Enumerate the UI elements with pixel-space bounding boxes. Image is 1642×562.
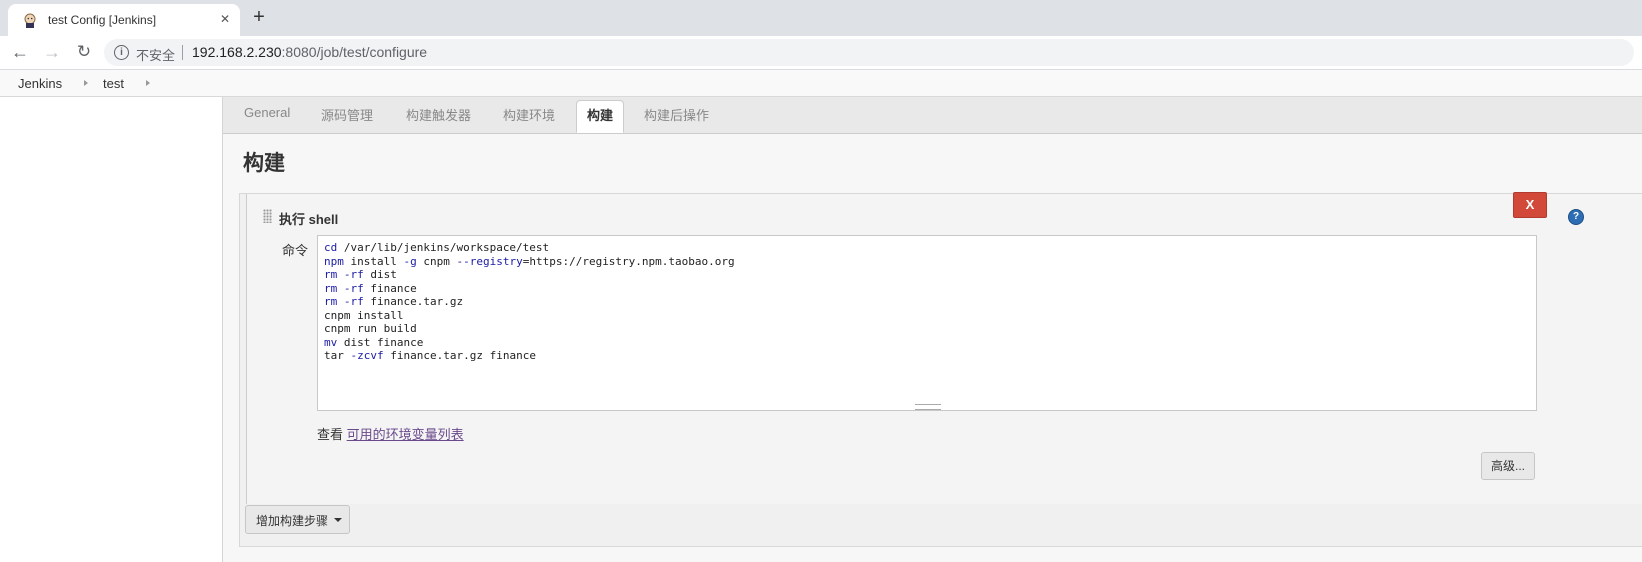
url-text[interactable]: 192.168.2.230:8080/job/test/configure (192, 44, 427, 60)
info-icon[interactable]: i (114, 45, 129, 60)
command-token: cd (324, 241, 338, 254)
browser-tabstrip: test Config [Jenkins] ✕ + (0, 0, 1642, 36)
env-vars-prefix: 查看 (317, 427, 344, 442)
add-build-step-button[interactable]: 增加构建步骤 (245, 505, 350, 534)
tab-source-control[interactable]: 源码管理 (321, 105, 373, 124)
command-token: cnpm install (324, 308, 404, 322)
tab-build-environment[interactable]: 构建环境 (503, 105, 555, 124)
divider (182, 45, 183, 60)
command-line: rm -rf finance (324, 282, 735, 296)
command-token: finance (363, 281, 417, 295)
command-token: dist finance (337, 335, 424, 349)
add-build-step-label: 增加构建步骤 (256, 514, 329, 528)
command-line: cd /var/lib/jenkins/workspace/test (324, 241, 735, 255)
command-token: rm (324, 281, 338, 295)
chevron-right-icon[interactable] (146, 80, 150, 86)
tab-build[interactable]: 构建 (576, 100, 625, 133)
caret-down-icon (334, 518, 342, 522)
breadcrumb-jenkins[interactable]: Jenkins (18, 76, 62, 91)
close-icon[interactable]: ✕ (216, 10, 234, 28)
delete-step-button[interactable]: X (1513, 192, 1547, 218)
back-arrow-icon[interactable]: ← (8, 40, 32, 64)
tab-post-build[interactable]: 构建后操作 (644, 105, 709, 124)
breadcrumb: Jenkins test (0, 70, 1642, 97)
env-vars-link[interactable]: 可用的环境变量列表 (347, 427, 464, 442)
command-code[interactable]: cd /var/lib/jenkins/workspace/test npm in… (324, 241, 735, 363)
build-step-shell: 执行 shell X ? 命令 cd /var/lib/jenkins/work… (239, 192, 1642, 547)
command-token: -zcvf (350, 349, 384, 362)
breadcrumb-test[interactable]: test (103, 76, 124, 91)
command-token: =https://registry.npm.taobao.org (522, 254, 735, 268)
command-token: cnpm (416, 254, 457, 268)
browser-toolbar: ← → ↻ i 不安全 192.168.2.230:8080/job/test/… (0, 36, 1642, 70)
command-token: /var/lib/jenkins/workspace/test (337, 241, 550, 254)
tab-general[interactable]: General (244, 105, 290, 120)
advanced-button[interactable]: 高级... (1481, 452, 1535, 480)
reload-icon[interactable]: ↻ (72, 40, 96, 64)
command-token: cnpm run build (324, 322, 417, 335)
command-token (337, 295, 344, 308)
command-line: rm -rf dist (324, 268, 735, 282)
command-token: -rf (343, 295, 364, 308)
command-token: npm (324, 254, 344, 268)
command-token (337, 268, 344, 281)
build-step-title: 执行 shell (279, 212, 339, 227)
command-token: dist (363, 268, 397, 281)
build-step-body: 执行 shell X ? 命令 cd /var/lib/jenkins/work… (246, 192, 1642, 504)
command-line: cnpm install (324, 309, 735, 323)
command-token: mv (324, 335, 338, 349)
address-bar[interactable]: i 不安全 192.168.2.230:8080/job/test/config… (104, 39, 1634, 66)
forward-arrow-icon[interactable]: → (40, 40, 64, 64)
jenkins-favicon-icon (24, 13, 36, 28)
drag-handle-icon[interactable] (263, 209, 272, 223)
command-line: mv dist finance (324, 336, 735, 350)
command-textarea[interactable]: cd /var/lib/jenkins/workspace/test npm in… (317, 235, 1537, 411)
side-panel (0, 97, 223, 562)
config-tabbar: General 源码管理 构建触发器 构建环境 构建 构建后操作 (223, 97, 1642, 134)
command-line: tar -zcvf finance.tar.gz finance (324, 349, 735, 363)
resize-handle-icon[interactable] (915, 404, 941, 410)
command-line: npm install -g cnpm --registry=https://r… (324, 255, 735, 269)
env-vars-hint: 查看 可用的环境变量列表 (317, 424, 464, 443)
new-tab-icon[interactable]: + (248, 6, 270, 28)
command-token: -rf (343, 268, 364, 281)
url-path: :8080/job/test/configure (281, 44, 428, 60)
help-icon[interactable]: ? (1568, 209, 1584, 225)
config-main: General 源码管理 构建触发器 构建环境 构建 构建后操作 构建 执行 s… (223, 97, 1642, 562)
command-token (337, 282, 344, 295)
command-token: finance.tar.gz (363, 295, 464, 308)
command-token: -g (403, 254, 417, 268)
command-token: --registry (456, 254, 523, 268)
security-label[interactable]: 不安全 (136, 45, 175, 64)
browser-tab[interactable]: test Config [Jenkins] ✕ (8, 4, 240, 36)
command-token: rm (324, 295, 338, 308)
command-token: tar (324, 349, 351, 362)
chevron-right-icon[interactable] (84, 80, 88, 86)
command-token: finance.tar.gz finance (383, 349, 536, 362)
command-token: rm (324, 268, 338, 281)
url-host: 192.168.2.230 (192, 44, 282, 60)
tab-build-triggers[interactable]: 构建触发器 (406, 105, 471, 124)
section-title: 构建 (243, 152, 285, 175)
browser-tab-title: test Config [Jenkins] (48, 13, 157, 27)
command-label: 命令 (282, 243, 309, 258)
command-token: install (343, 254, 404, 268)
command-token: -rf (343, 281, 364, 295)
command-line: rm -rf finance.tar.gz (324, 295, 735, 309)
command-line: cnpm run build (324, 322, 735, 336)
